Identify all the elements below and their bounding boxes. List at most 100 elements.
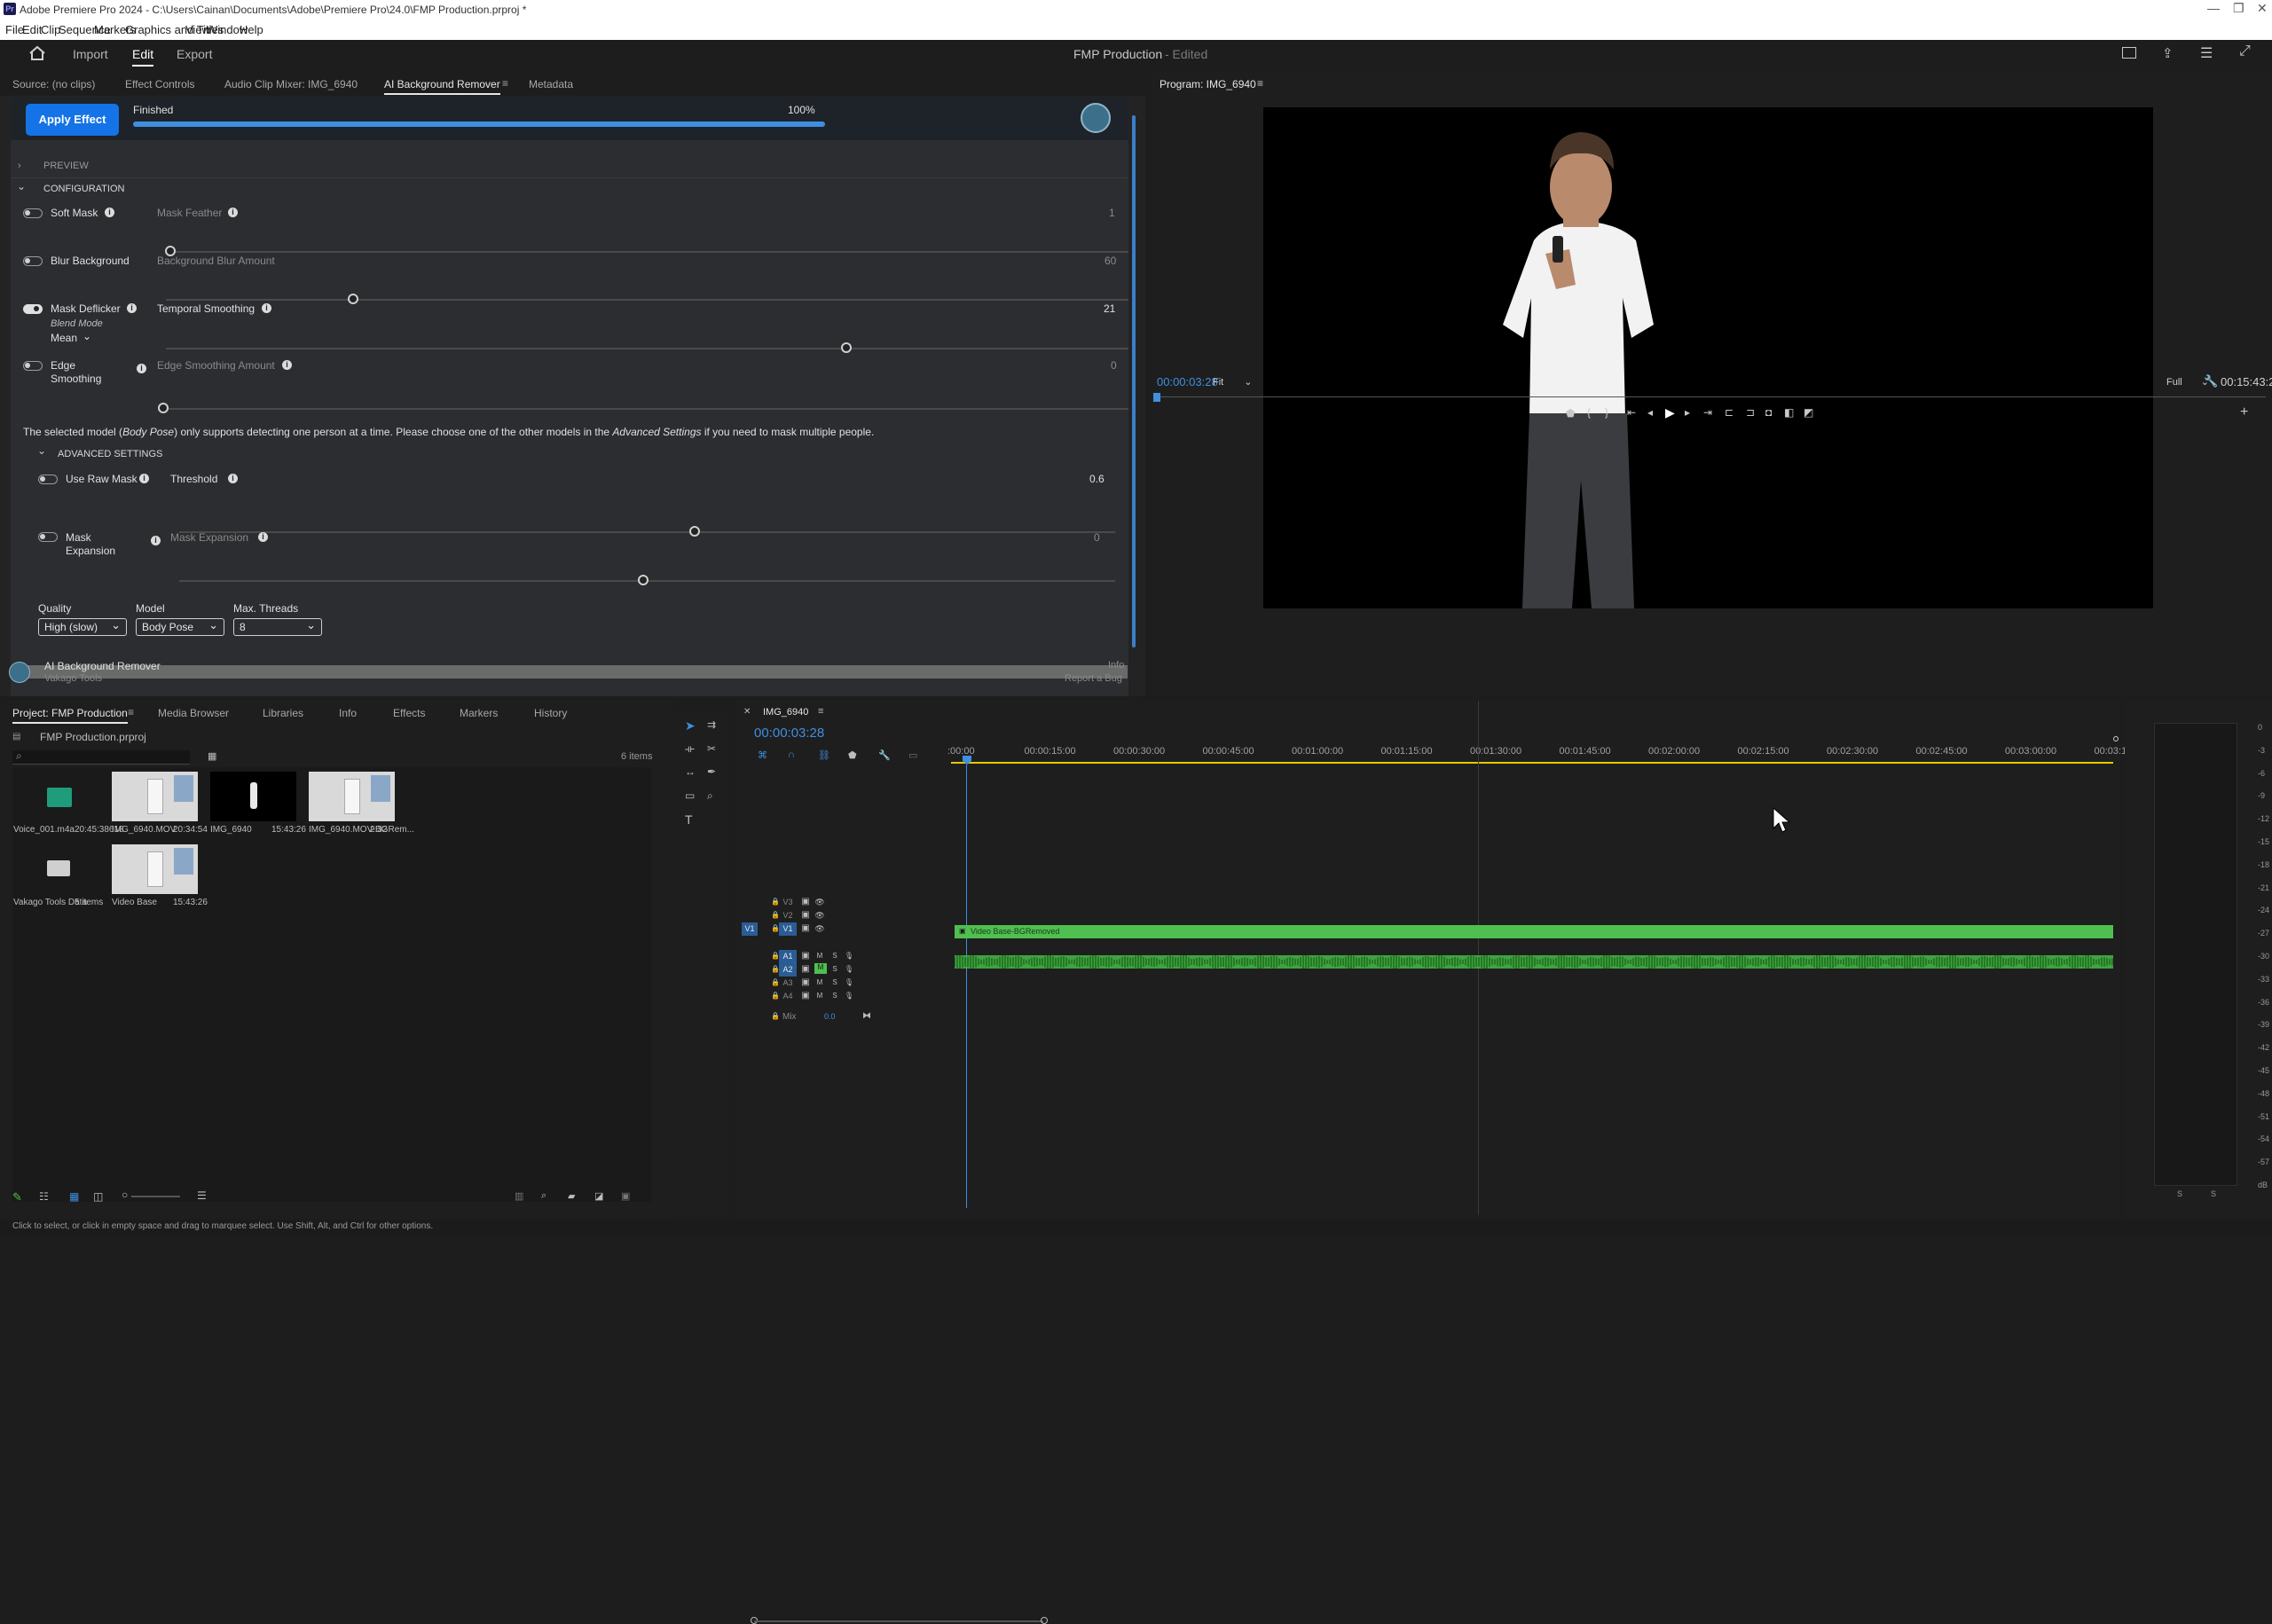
button-editor-plus-icon[interactable]: + [2240, 404, 2248, 420]
comparison-view-icon[interactable]: ◧ [1784, 406, 1794, 419]
microphone-icon[interactable]: 🎙 [844, 992, 854, 1000]
mute-button[interactable]: M [814, 978, 825, 987]
go-to-out-icon[interactable]: ⇥ [1703, 406, 1712, 419]
fullscreen-icon[interactable]: ⤢ [2239, 43, 2251, 59]
ripple-edit-tool-icon[interactable]: ⟛ [685, 742, 695, 756]
mute-button[interactable]: M [814, 963, 827, 974]
work-area-bar[interactable] [951, 762, 2113, 764]
apply-effect-button[interactable]: Apply Effect [26, 104, 119, 136]
clear-icon[interactable]: ▣ [621, 1190, 630, 1202]
tab-project[interactable]: Project: FMP Production [12, 707, 128, 724]
scroll-bar[interactable] [754, 1620, 1043, 1622]
tab-effects[interactable]: Effects [393, 707, 425, 719]
vertical-scrollbar[interactable] [1132, 115, 1136, 647]
zoom-tool-icon[interactable]: ⌕ [707, 789, 713, 803]
close-tab-icon[interactable]: ✕ [743, 707, 751, 717]
info-icon[interactable]: i [151, 536, 161, 545]
selection-tool-icon[interactable]: ➤ [685, 718, 696, 734]
edge-smoothing-slider[interactable] [166, 408, 1128, 410]
write-lock-icon[interactable]: ✎ [12, 1190, 22, 1204]
track-label[interactable]: V1 [779, 922, 797, 936]
menu-file[interactable]: File [5, 23, 24, 36]
temporal-smoothing-slider[interactable] [166, 348, 1128, 349]
microphone-icon[interactable]: 🎙 [844, 952, 854, 961]
tab-audio-clip-mixer[interactable]: Audio Clip Mixer: IMG_6940 [224, 78, 358, 90]
share-icon[interactable]: ⇪ [2162, 45, 2176, 61]
info-icon[interactable]: i [228, 474, 238, 483]
audio-clip[interactable] [954, 954, 2113, 969]
tab-import[interactable]: Import [73, 47, 108, 61]
mute-button[interactable]: M [814, 992, 825, 1000]
menu-help[interactable]: Help [240, 23, 263, 36]
play-icon[interactable]: ▶ [1665, 405, 1675, 420]
close-icon[interactable]: ✕ [2257, 1, 2268, 16]
mask-feather-slider[interactable] [166, 251, 1128, 253]
sync-lock-icon[interactable]: ▣ [800, 898, 811, 906]
item-thumbnail[interactable] [309, 772, 395, 821]
mask-deflicker-toggle[interactable] [23, 304, 43, 314]
preview-section[interactable]: PREVIEW [43, 161, 89, 171]
track-label[interactable]: A3 [779, 977, 797, 990]
panel-menu-icon[interactable]: ≡ [128, 706, 134, 718]
pen-tool-icon[interactable]: ✒ [707, 765, 716, 778]
max-threads-select[interactable]: 8 [233, 618, 322, 636]
item-thumbnail[interactable] [112, 844, 198, 894]
mute-button[interactable]: M [814, 952, 825, 961]
mark-out-icon[interactable]: } [1605, 406, 1608, 419]
zoom-slider[interactable] [131, 1196, 180, 1197]
razor-tool-icon[interactable]: ✂ [707, 742, 716, 755]
eye-icon[interactable]: 👁 [814, 898, 825, 906]
mini-timeline[interactable] [1157, 396, 2266, 397]
step-back-icon[interactable]: ◂ [1647, 406, 1653, 419]
info-icon[interactable]: i [127, 303, 137, 313]
sync-lock-icon[interactable]: ▣ [800, 965, 811, 974]
zoom-slider-knob[interactable]: ○ [122, 1189, 128, 1201]
microphone-icon[interactable]: 🎙 [844, 965, 854, 974]
configuration-section[interactable]: CONFIGURATION [43, 184, 124, 194]
track-label[interactable]: A2 [779, 963, 797, 977]
blur-amount-slider[interactable] [166, 299, 1128, 301]
horizontal-scrollbar[interactable] [23, 665, 1128, 679]
quality-select[interactable]: High (slow) [38, 618, 127, 636]
tab-export[interactable]: Export [177, 47, 212, 61]
solo-left-button[interactable]: S [2177, 1189, 2182, 1198]
sync-lock-icon[interactable]: ▣ [800, 978, 811, 987]
automate-to-sequence-icon[interactable]: ▥ [515, 1190, 523, 1202]
info-icon[interactable]: i [105, 208, 114, 217]
step-forward-icon[interactable]: ▸ [1685, 406, 1690, 419]
fit-select[interactable]: Fit ⌄ [1213, 376, 1253, 388]
mask-expansion-knob[interactable] [638, 575, 649, 585]
mix-value[interactable]: 0.0 [824, 1012, 836, 1021]
info-link[interactable]: Info [1108, 660, 1124, 671]
mark-in-icon[interactable]: { [1587, 406, 1591, 419]
list-view-icon[interactable]: ☷ [39, 1190, 49, 1203]
quick-export-icon[interactable] [2122, 47, 2136, 59]
panel-menu-icon[interactable]: ≡ [818, 706, 823, 717]
preview-chevron-icon[interactable]: › [18, 161, 21, 171]
add-marker-icon[interactable]: ⬟ [1566, 407, 1575, 420]
eye-icon[interactable]: 👁 [814, 924, 825, 933]
report-bug-link[interactable]: Report a Bug [1065, 673, 1122, 684]
solo-right-button[interactable]: S [2211, 1189, 2216, 1198]
snap-icon[interactable]: ∩ [788, 749, 795, 760]
info-icon[interactable]: i [258, 532, 268, 542]
nest-icon[interactable]: ⌘ [758, 749, 767, 761]
sync-lock-icon[interactable]: ▣ [800, 911, 811, 920]
add-marker-icon[interactable]: ⬟ [848, 749, 857, 761]
edge-smoothing-knob[interactable] [158, 403, 169, 413]
advanced-chevron-icon[interactable]: ⌄ [37, 444, 46, 457]
model-select[interactable]: Body Pose [136, 618, 224, 636]
track-select-tool-icon[interactable]: ⇉ [707, 718, 716, 731]
panel-menu-icon[interactable]: ≡ [1257, 77, 1263, 90]
config-chevron-icon[interactable]: ⌄ [17, 180, 26, 192]
workspaces-icon[interactable]: ☰ [2200, 44, 2213, 62]
export-frame-icon[interactable]: ◘ [1765, 406, 1772, 419]
info-icon[interactable]: i [139, 474, 149, 483]
settings-wrench-icon[interactable]: 🔧 [2204, 374, 2218, 388]
track-label[interactable]: V3 [779, 896, 797, 909]
info-icon[interactable]: i [282, 360, 292, 370]
linked-selection-icon[interactable]: ⛓ [818, 749, 830, 761]
solo-button[interactable]: S [829, 978, 840, 987]
sync-lock-icon[interactable]: ▣ [800, 924, 811, 933]
tab-libraries[interactable]: Libraries [263, 707, 303, 719]
